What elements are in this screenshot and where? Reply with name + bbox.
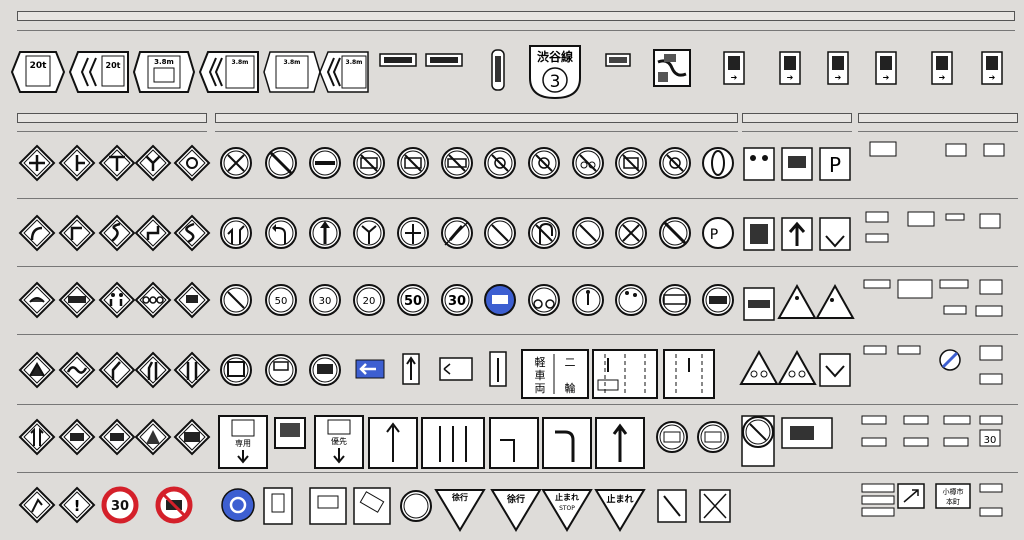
auxiliary-column: 30 小樽市 本町	[861, 141, 1005, 517]
weight-limit-value: 20t	[30, 61, 48, 71]
stop-a: 止まれ	[555, 492, 579, 502]
weight-limit-value-2: 20t	[106, 61, 121, 70]
lane-exclusive-label: 専用	[235, 438, 251, 448]
warn-b: 徐行	[506, 493, 525, 505]
aux-city: 小樽市	[943, 487, 964, 496]
section-bar-auxiliary	[858, 113, 1018, 123]
svg-text:➔: ➔	[835, 73, 842, 82]
warning-row-1	[19, 145, 210, 181]
height-value-c: 3.8m	[284, 59, 301, 66]
lane-sign-3	[663, 349, 715, 399]
route-number: 3	[550, 72, 561, 92]
regulatory-row-2: P	[220, 217, 734, 249]
route-shield: 渋谷線 3	[529, 45, 581, 100]
top-sign-row: 20t 20t 3.8m 3.8m 3.8m 3.8m 渋谷線 3 ➔ ➔ ➔ …	[10, 45, 1003, 100]
weight-limit-sign: 20t	[10, 51, 66, 93]
height-limit-sign-arrow: 3.8m	[198, 51, 259, 93]
aux-speed-box: 30	[984, 435, 997, 446]
lane-char-0: 軽	[535, 356, 546, 369]
header-bar-top	[17, 11, 1015, 21]
warn-a: 徐行	[451, 492, 468, 502]
lane-sign-light-vehicle: 軽 車 両 二 輪	[521, 349, 589, 399]
lane-priority: 優先	[314, 415, 364, 469]
regulatory-row-1	[220, 147, 734, 179]
instruction-column: P	[739, 147, 855, 467]
svg-text:➔: ➔	[939, 73, 946, 82]
facility-signs: ➔ ➔ ➔ ➔ ➔ ➔	[723, 51, 1003, 85]
section-bar-warning	[17, 113, 207, 123]
svg-text:!: !	[74, 497, 81, 515]
speed-b: 30	[319, 296, 332, 307]
lane-exclusive: 専用	[218, 415, 268, 469]
height-value-b: 3.8m	[232, 59, 249, 66]
speed-limit-red: 30	[111, 499, 129, 514]
route-name: 渋谷線	[537, 49, 573, 64]
stop-c: 止まれ	[606, 493, 633, 505]
aux-town: 本町	[946, 497, 960, 506]
warning-row-2	[19, 215, 210, 251]
warning-row-5	[19, 419, 210, 455]
svg-text:P: P	[710, 227, 718, 243]
section-bar-instruction	[742, 113, 852, 123]
svg-text:➔: ➔	[731, 73, 738, 82]
svg-text:P: P	[829, 153, 841, 177]
weight-limit-sign-arrow: 20t	[68, 51, 129, 93]
warning-row-3	[19, 282, 210, 318]
height-limit-sign-4: 3.8m	[319, 51, 369, 93]
height-value-d: 3.8m	[346, 59, 363, 66]
stop-b: STOP	[559, 505, 575, 512]
lane-char-4: 輪	[565, 381, 576, 395]
section-bar-regulatory	[215, 113, 738, 123]
speed-d: 50	[404, 294, 422, 309]
lane-char-1: 車	[535, 368, 546, 382]
regulatory-row-4	[220, 351, 507, 387]
lane-char-3: 二	[565, 356, 576, 369]
speed-c: 20	[363, 296, 376, 307]
svg-text:➔: ➔	[989, 73, 996, 82]
lane-priority-label: 優先	[331, 436, 347, 446]
height-limit-sign-3: 3.8m	[263, 51, 321, 93]
speed-a: 50	[275, 296, 288, 307]
height-value-a: 3.8m	[154, 58, 174, 66]
divider	[17, 30, 1015, 31]
svg-text:➔: ➔	[787, 73, 794, 82]
regulatory-row-3: 50 30 20 50 30	[220, 284, 734, 316]
svg-text:➔: ➔	[883, 73, 890, 82]
sign-grid: ! 30 P 50 30 20 50 30 軽 車 両 二 輪 専用 優先 徐行…	[19, 141, 1005, 532]
lane-sign-truck	[592, 349, 658, 399]
regulatory-row-6: 徐行 徐行 止まれ STOP 止まれ	[263, 487, 731, 532]
speed-e: 30	[448, 294, 466, 309]
lane-char-2: 両	[535, 382, 546, 395]
warning-row-4	[19, 352, 210, 388]
warning-row-6: ! 30	[19, 486, 255, 524]
height-limit-sign: 3.8m	[132, 51, 196, 93]
